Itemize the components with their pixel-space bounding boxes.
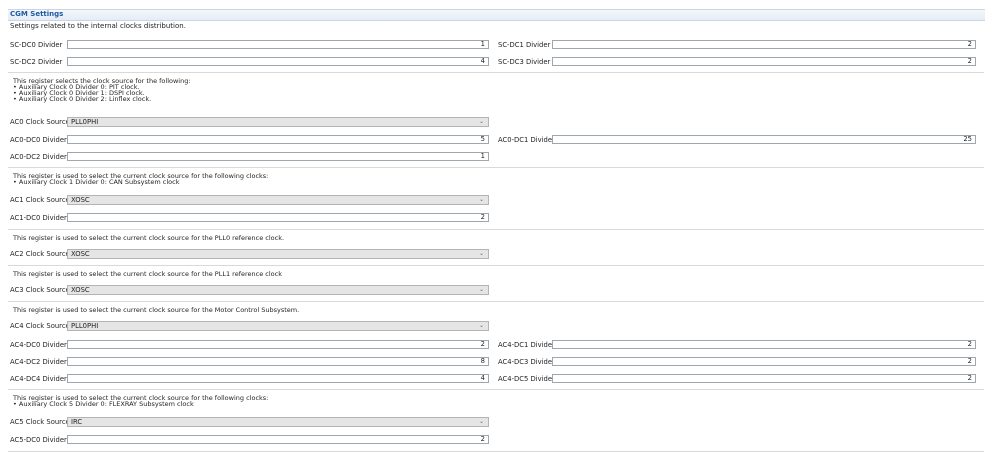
ac4-dc2-label: AC4-DC2 Divider — [10, 358, 67, 366]
ac4-source-value: PLL0PHI — [71, 322, 99, 330]
ac0-source-value: PLL0PHI — [71, 118, 99, 126]
ac0-dc2-label: AC0-DC2 Divider — [10, 153, 67, 161]
ac4-source-select[interactable]: PLL0PHI ⌄ — [67, 321, 489, 331]
chevron-down-icon: ⌄ — [478, 118, 484, 125]
ac1-description: This register is used to select the curr… — [13, 172, 269, 186]
ac4-dc3-label: AC4-DC3 Divider — [498, 358, 555, 366]
ac4-dc5-label: AC4-DC5 Divider — [498, 375, 555, 383]
divider-line — [8, 389, 984, 390]
ac1-dc0-label: AC1-DC0 Divider — [10, 214, 67, 222]
divider-line — [8, 72, 984, 73]
ac0-source-label: AC0 Clock Source — [10, 118, 70, 126]
section-title: CGM Settings — [10, 10, 64, 18]
ac3-description: This register is used to select the curr… — [13, 270, 282, 278]
ac2-description: This register is used to select the curr… — [13, 234, 285, 242]
ac5-dc0-input[interactable]: 2 — [67, 435, 489, 444]
sc-dc0-input[interactable]: 1 — [67, 40, 489, 49]
chevron-down-icon: ⌄ — [478, 322, 484, 329]
sc-dc2-input[interactable]: 4 — [67, 57, 489, 66]
ac4-dc4-input[interactable]: 4 — [67, 374, 489, 383]
ac3-source-select[interactable]: XOSC ⌄ — [67, 285, 489, 295]
ac4-dc1-input[interactable]: 2 — [552, 340, 976, 349]
ac4-dc1-label: AC4-DC1 Divider — [498, 341, 555, 349]
ac2-source-label: AC2 Clock Source — [10, 250, 70, 258]
ac0-dc1-label: AC0-DC1 Divider — [498, 136, 555, 144]
chevron-down-icon: ⌄ — [478, 196, 484, 203]
sc-dc3-label: SC-DC3 Divider — [498, 58, 551, 66]
sc-dc1-input[interactable]: 2 — [552, 40, 976, 49]
ac4-dc3-input[interactable]: 2 — [552, 357, 976, 366]
sc-dc0-label: SC-DC0 Divider — [10, 41, 63, 49]
ac5-dc0-label: AC5-DC0 Divider — [10, 436, 67, 444]
divider-line — [8, 451, 984, 452]
ac5-source-select[interactable]: IRC ⌄ — [67, 417, 489, 427]
ac2-source-select[interactable]: XOSC ⌄ — [67, 249, 489, 259]
ac4-dc4-label: AC4-DC4 Divider — [10, 375, 67, 383]
ac1-dc0-input[interactable]: 2 — [67, 213, 489, 222]
ac4-dc0-label: AC4-DC0 Divider — [10, 341, 67, 349]
ac0-dc0-input[interactable]: 5 — [67, 135, 489, 144]
ac0-source-select[interactable]: PLL0PHI ⌄ — [67, 117, 489, 127]
ac0-description: This register selects the clock source f… — [13, 77, 191, 103]
ac0-dc2-input[interactable]: 1 — [67, 152, 489, 161]
divider-line — [8, 229, 984, 230]
ac3-source-value: XOSC — [71, 286, 90, 294]
chevron-down-icon: ⌄ — [478, 286, 484, 293]
ac5-source-value: IRC — [71, 418, 83, 426]
chevron-down-icon: ⌄ — [478, 418, 484, 425]
ac4-source-label: AC4 Clock Source — [10, 322, 70, 330]
ac4-description: This register is used to select the curr… — [13, 306, 300, 314]
ac4-dc2-input[interactable]: 8 — [67, 357, 489, 366]
ac4-dc5-input[interactable]: 2 — [552, 374, 976, 383]
ac2-source-value: XOSC — [71, 250, 90, 258]
sc-dc1-label: SC-DC1 Divider — [498, 41, 551, 49]
ac1-source-value: XOSC — [71, 196, 90, 204]
ac1-source-select[interactable]: XOSC ⌄ — [67, 195, 489, 205]
divider-line — [8, 265, 984, 266]
ac0-dc1-input[interactable]: 25 — [552, 135, 976, 144]
ac5-source-label: AC5 Clock Source — [10, 418, 70, 426]
divider-line — [8, 167, 984, 168]
sc-dc2-label: SC-DC2 Divider — [10, 58, 63, 66]
divider-line — [8, 301, 984, 302]
section-description: Settings related to the internal clocks … — [10, 22, 186, 30]
ac0-dc0-label: AC0-DC0 Divider — [10, 136, 67, 144]
ac3-source-label: AC3 Clock Source — [10, 286, 70, 294]
ac4-dc0-input[interactable]: 2 — [67, 340, 489, 349]
sc-dc3-input[interactable]: 2 — [552, 57, 976, 66]
ac5-description: This register is used to select the curr… — [13, 394, 269, 408]
ac1-source-label: AC1 Clock Source — [10, 196, 70, 204]
chevron-down-icon: ⌄ — [478, 250, 484, 257]
section-header-bar — [8, 9, 985, 21]
